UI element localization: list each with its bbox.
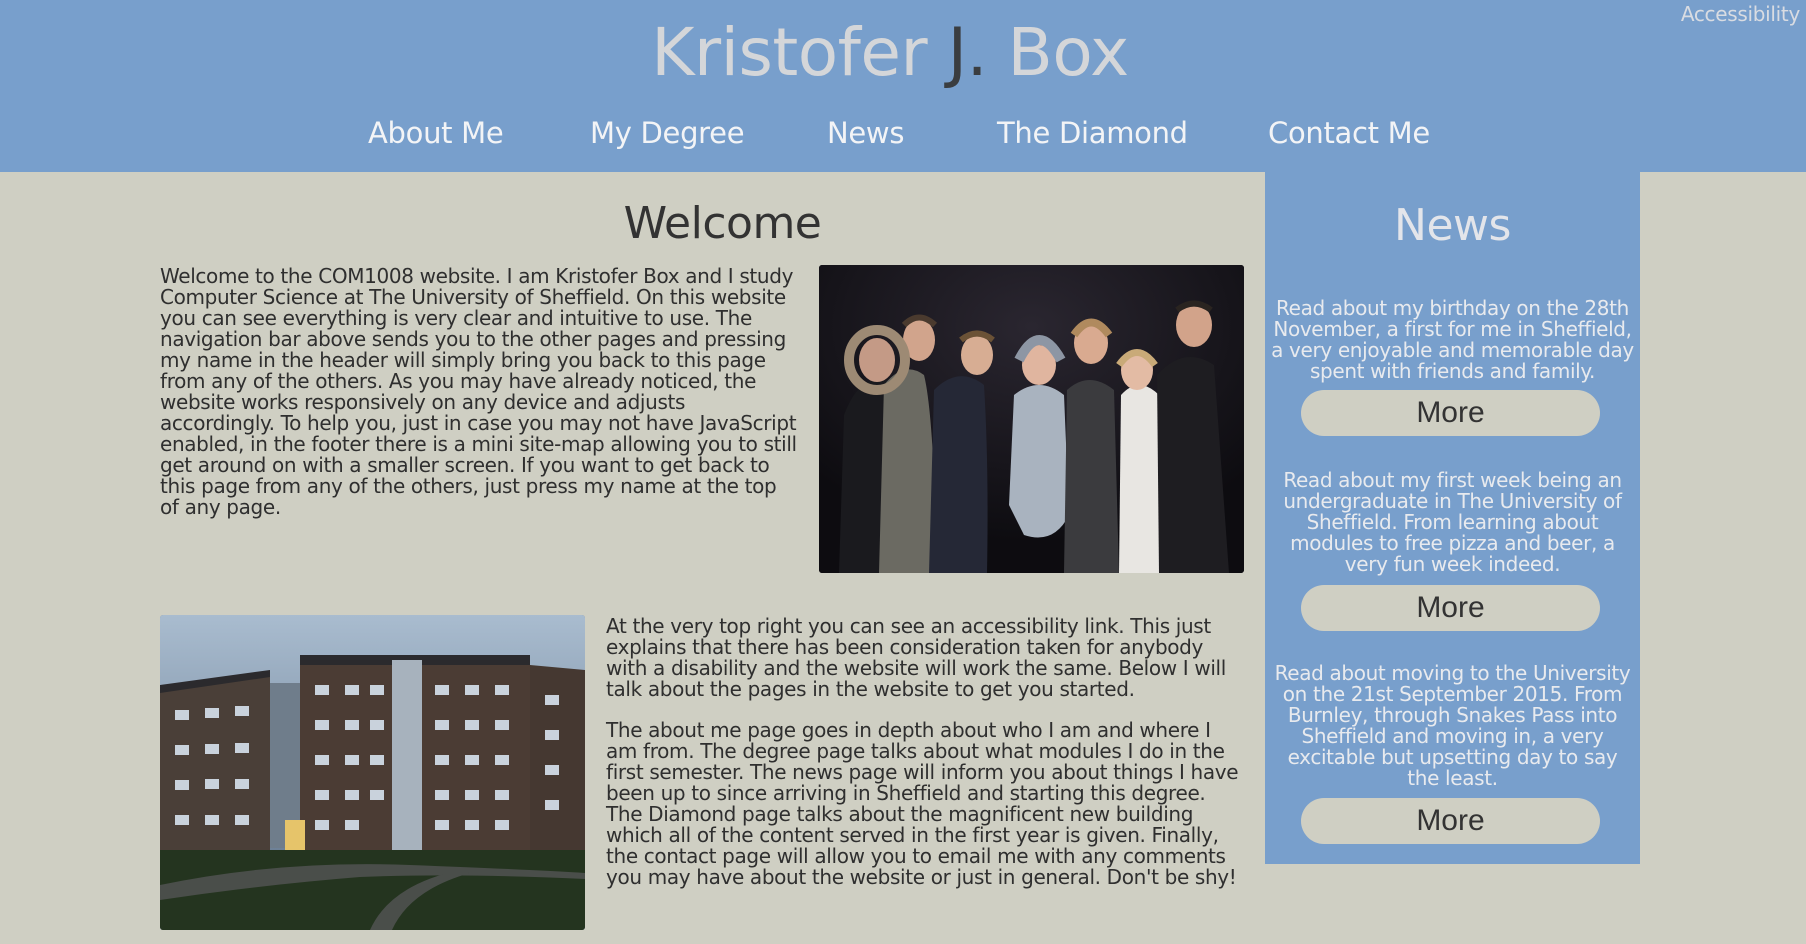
news-sidebar: News Read about my birthday on the 28th … xyxy=(1265,172,1640,864)
accessibility-paragraph: At the very top right you can see an acc… xyxy=(606,614,1226,701)
news-item-text: Read about my birthday on the 28th Novem… xyxy=(1271,296,1634,383)
nav-my-degree[interactable]: My Degree xyxy=(590,116,745,150)
friends-group-photo xyxy=(819,265,1244,573)
more-button-moving-in[interactable]: More xyxy=(1301,798,1600,844)
welcome-heading: Welcome xyxy=(623,198,822,249)
main-navigation: About Me My Degree News The Diamond Cont… xyxy=(0,116,1806,156)
intro-paragraph: Welcome to the COM1008 website. I am Kri… xyxy=(160,264,797,519)
news-item-birthday: Read about my birthday on the 28th Novem… xyxy=(1271,296,1634,436)
site-header: Accessibility Kristofer J. Box About Me … xyxy=(0,0,1806,172)
title-initial: J. xyxy=(947,14,988,91)
pages-overview-paragraph: The about me page goes in depth about wh… xyxy=(606,718,1239,889)
news-heading: News xyxy=(1394,200,1511,251)
site-title-home-link[interactable]: Kristofer J. Box xyxy=(0,14,1780,91)
title-first-name: Kristofer xyxy=(651,14,948,91)
accommodation-building-photo xyxy=(160,615,585,930)
more-button-first-week[interactable]: More xyxy=(1301,585,1600,631)
news-item-text: Read about my first week being an underg… xyxy=(1283,468,1622,576)
more-button-birthday[interactable]: More xyxy=(1301,390,1600,436)
nav-news[interactable]: News xyxy=(827,116,904,150)
news-item-moving-in: Read about moving to the University on t… xyxy=(1271,661,1634,844)
news-item-first-week: Read about my first week being an underg… xyxy=(1271,468,1634,631)
nav-the-diamond[interactable]: The Diamond xyxy=(997,116,1188,150)
news-item-text: Read about moving to the University on t… xyxy=(1274,661,1631,790)
title-last-name: Box xyxy=(987,14,1130,91)
nav-about-me[interactable]: About Me xyxy=(368,116,504,150)
nav-contact-me[interactable]: Contact Me xyxy=(1268,116,1430,150)
